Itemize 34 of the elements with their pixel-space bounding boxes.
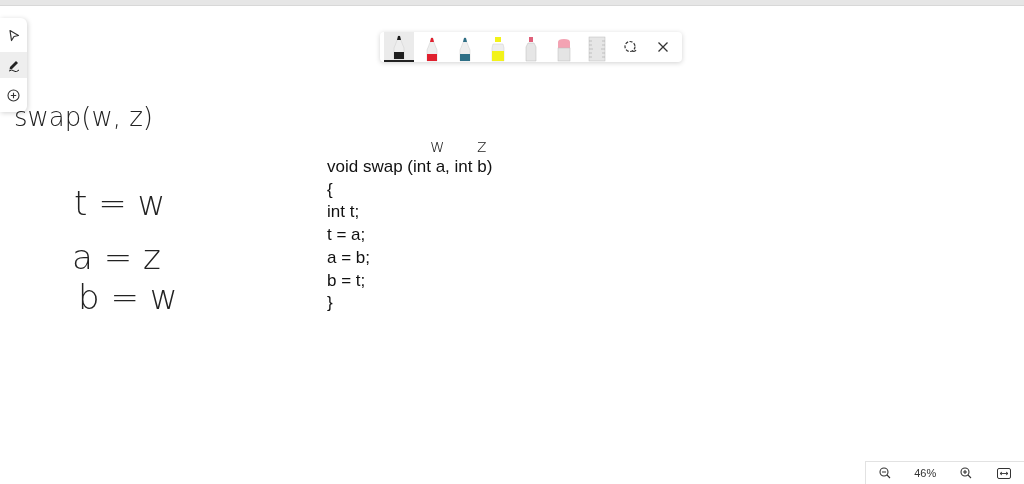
pen-icon bbox=[6, 58, 21, 72]
code-line: t = a; bbox=[327, 224, 367, 247]
ruler-icon bbox=[588, 36, 606, 62]
handwritten-text: t = w bbox=[74, 186, 166, 220]
code-line: a = b; bbox=[327, 246, 371, 269]
zoom-out-button[interactable] bbox=[876, 465, 893, 481]
lasso-icon bbox=[622, 39, 638, 55]
handwritten-text: a = z bbox=[72, 240, 161, 274]
pen-button[interactable] bbox=[384, 32, 414, 62]
handwritten-text: b = w bbox=[78, 280, 178, 314]
fit-width-button[interactable] bbox=[995, 465, 1014, 481]
plus-circle-icon bbox=[7, 88, 20, 102]
handwritten-text: w bbox=[430, 137, 445, 155]
code-line: b = t; bbox=[327, 269, 367, 292]
pen-icon bbox=[425, 36, 439, 62]
code-line: int t; bbox=[327, 201, 361, 224]
eraser-icon bbox=[556, 36, 572, 62]
pencil-icon bbox=[524, 36, 538, 62]
pen-icon bbox=[392, 34, 406, 60]
code-line: { bbox=[327, 178, 334, 201]
zoom-out-icon bbox=[878, 467, 891, 479]
zoom-in-button[interactable] bbox=[957, 465, 974, 481]
handwritten-text: z bbox=[477, 137, 487, 155]
handwritten-text: swap(w, z) bbox=[14, 104, 153, 130]
zoom-in-icon bbox=[959, 467, 972, 479]
close-icon bbox=[657, 41, 669, 53]
code-line: } bbox=[327, 292, 334, 315]
pen-tool-button[interactable] bbox=[0, 52, 27, 78]
fit-width-icon bbox=[997, 467, 1012, 479]
highlighter-icon bbox=[490, 36, 506, 62]
pen-icon bbox=[458, 36, 472, 62]
pointer-icon bbox=[7, 28, 20, 42]
code-line: void swap (int a, int b) bbox=[327, 156, 493, 178]
zoom-level: 46% bbox=[914, 467, 937, 479]
